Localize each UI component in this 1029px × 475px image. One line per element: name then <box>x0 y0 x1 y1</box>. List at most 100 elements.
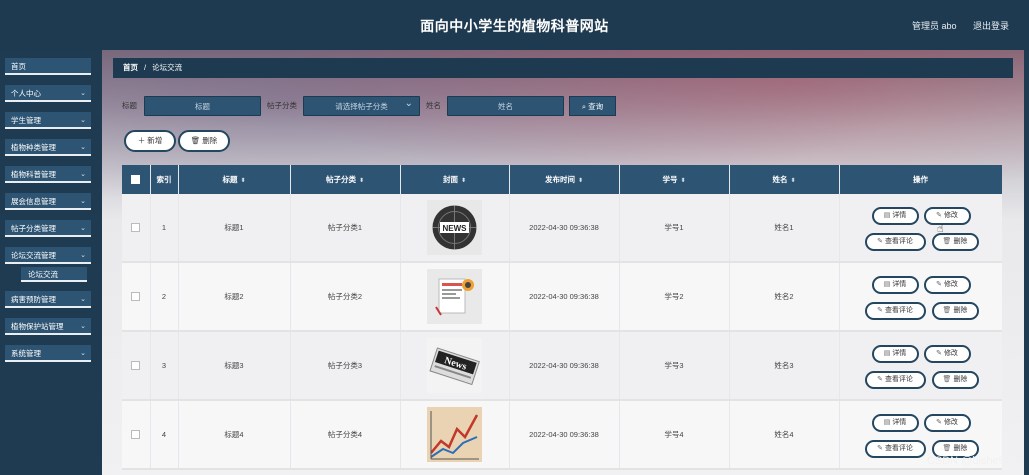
view-comments-button[interactable]: ✎ 查看评论 <box>864 440 926 458</box>
search-button[interactable]: ⌕ 查询 <box>569 96 616 116</box>
chevron-down-icon: ⌄ <box>80 90 86 97</box>
row-checkbox[interactable] <box>122 262 151 332</box>
name-search-input[interactable]: 姓名 <box>447 96 564 116</box>
sidebar-item-label: 病害预防管理 <box>11 295 56 304</box>
svg-text:NEWS: NEWS <box>443 224 468 233</box>
news-globe-cover-image: NEWS <box>427 200 482 255</box>
sidebar-item-label: 首页 <box>11 62 26 71</box>
chevron-down-icon: ⌄ <box>80 225 86 232</box>
col-cover[interactable]: 封面 ⬍ <box>400 165 510 194</box>
cell-student-no: 学号1 <box>619 194 730 263</box>
cell-title: 标题4 <box>178 400 291 470</box>
row-delete-button[interactable]: 🗑 删除 <box>931 371 979 389</box>
cell-name: 姓名3 <box>729 331 840 401</box>
comments-label: 查看评论 <box>884 376 913 383</box>
breadcrumb-home[interactable]: 首页 <box>123 63 138 72</box>
view-comments-button[interactable]: ✎ 查看评论 <box>864 371 926 389</box>
add-button[interactable]: ＋ 新增 <box>124 130 176 152</box>
cell-cover: NEWS <box>400 194 510 263</box>
edit-label: 修改 <box>943 281 958 288</box>
sidebar-item-exhibitions[interactable]: 展会信息管理 ⌄ <box>5 193 91 210</box>
cell-student-no: 学号3 <box>619 331 730 401</box>
sidebar-item-plant-types[interactable]: 植物种类管理 ⌄ <box>5 139 91 156</box>
sidebar-item-label: 学生管理 <box>11 116 41 125</box>
row-checkbox[interactable] <box>122 331 151 401</box>
table-header-row: 索引 标题 ⬍ 帖子分类 ⬍ 封面 ⬍ 发布时间 ⬍ 学号 ⬍ 姓名 ⬍ 操作 <box>122 165 1002 194</box>
cell-category: 帖子分类1 <box>290 194 401 263</box>
cell-index: 4 <box>150 400 179 470</box>
edit-label: 修改 <box>943 212 958 219</box>
cell-cover: News <box>400 331 510 401</box>
col-title[interactable]: 标题 ⬍ <box>178 165 291 194</box>
logout-link[interactable]: 退出登录 <box>973 21 1009 31</box>
mouse-cursor-icon: ☝ <box>937 223 944 235</box>
pencil-icon: ✎ <box>877 376 883 383</box>
edit-button[interactable]: ✎ 修改 <box>923 414 971 432</box>
table-row: 2 标题2 帖子分类2 2022-04-30 09:36:38 学号2 姓名2 … <box>122 262 1002 332</box>
sidebar-item-plant-science[interactable]: 植物科普管理 ⌄ <box>5 166 91 183</box>
admin-user-label[interactable]: 管理员 abo <box>912 21 957 31</box>
edit-button[interactable]: ✎ 修改 <box>923 345 971 363</box>
breadcrumb-current: 论坛交流 <box>152 63 183 72</box>
sidebar-item-protection-stations[interactable]: 植物保护站管理 ⌄ <box>5 318 91 335</box>
edit-button[interactable]: ✎ 修改 <box>923 207 971 225</box>
cell-publish-time: 2022-04-30 09:36:38 <box>509 262 620 332</box>
user-area: 管理员 abo 退出登录 <box>898 19 1009 32</box>
detail-button[interactable]: ▤ 详情 <box>871 276 919 294</box>
col-publish-time[interactable]: 发布时间 ⬍ <box>509 165 620 194</box>
delete-label: 删除 <box>953 238 968 245</box>
sidebar-item-personal-center[interactable]: 个人中心 ⌄ <box>5 85 91 102</box>
chevron-down-icon: ⌄ <box>80 117 86 124</box>
sidebar-item-post-categories[interactable]: 帖子分类管理 ⌄ <box>5 220 91 237</box>
sidebar-item-students[interactable]: 学生管理 ⌄ <box>5 112 91 129</box>
detail-button[interactable]: ▤ 详情 <box>871 414 919 432</box>
select-all-checkbox[interactable] <box>122 165 151 194</box>
bulk-delete-button[interactable]: 🗑 删除 <box>178 130 230 152</box>
row-delete-button[interactable]: 🗑 删除 <box>931 233 979 251</box>
sort-icon: ⬍ <box>577 178 584 184</box>
edit-label: 修改 <box>943 419 958 426</box>
sidebar-item-home[interactable]: 首页 <box>5 58 91 75</box>
col-student-no[interactable]: 学号 ⬍ <box>619 165 730 194</box>
sort-icon: ⬍ <box>680 178 686 184</box>
sidebar-subitem-forum[interactable]: 论坛交流 <box>21 267 87 282</box>
edit-button[interactable]: ✎ 修改 <box>923 276 971 294</box>
cell-cover <box>400 262 510 332</box>
sidebar-item-label: 展会信息管理 <box>11 197 56 206</box>
name-filter-label: 姓名 <box>426 101 441 110</box>
row-delete-button[interactable]: 🗑 删除 <box>931 302 979 320</box>
sidebar-item-label: 植物科普管理 <box>11 170 56 179</box>
row-checkbox[interactable] <box>122 400 151 470</box>
detail-button[interactable]: ▤ 详情 <box>871 207 919 225</box>
breadcrumb: 首页 / 论坛交流 <box>113 58 1013 78</box>
view-comments-button[interactable]: ✎ 查看评论 <box>864 233 926 251</box>
sidebar: 首页 个人中心 ⌄ 学生管理 ⌄ 植物种类管理 ⌄ 植物科普管理 ⌄ 展会信息管理 ⌄ 帖… <box>0 50 100 475</box>
cell-student-no: 学号4 <box>619 400 730 470</box>
search-button-label: 查询 <box>588 102 604 111</box>
chevron-down-icon: ⌄ <box>80 350 86 357</box>
detail-button[interactable]: ▤ 详情 <box>871 345 919 363</box>
sidebar-item-system[interactable]: 系统管理 ⌄ <box>5 345 91 362</box>
pencil-icon: ✎ <box>936 281 942 288</box>
col-category[interactable]: 帖子分类 ⬍ <box>290 165 401 194</box>
cell-publish-time: 2022-04-30 09:36:38 <box>509 331 620 401</box>
sidebar-item-forum[interactable]: 论坛交流管理 ⌄ <box>5 247 91 264</box>
title-search-input[interactable]: 标题 <box>144 96 261 116</box>
category-select[interactable]: 请选择帖子分类 <box>303 94 420 116</box>
row-checkbox[interactable] <box>122 194 151 263</box>
chevron-down-icon: ⌄ <box>80 171 86 178</box>
sort-icon: ⬍ <box>240 178 246 184</box>
col-name[interactable]: 姓名 ⬍ <box>729 165 840 194</box>
title-filter-label: 标题 <box>122 101 137 110</box>
plus-icon: ＋ <box>137 136 148 145</box>
col-actions: 操作 <box>839 165 1002 194</box>
pencil-icon: ✎ <box>877 307 883 314</box>
view-comments-button[interactable]: ✎ 查看评论 <box>864 302 926 320</box>
table-row: 3 标题3 帖子分类3 News 2022-04-30 09:36:38 学号3… <box>122 331 1002 401</box>
cell-name: 姓名4 <box>729 400 840 470</box>
forum-table: 索引 标题 ⬍ 帖子分类 ⬍ 封面 ⬍ 发布时间 ⬍ 学号 ⬍ 姓名 ⬍ 操作 1 标题1 … <box>122 165 1002 475</box>
sidebar-item-label: 帖子分类管理 <box>11 224 56 233</box>
trash-icon: 🗑 <box>942 307 952 314</box>
sidebar-item-disease-prevention[interactable]: 病害预防管理 ⌄ <box>5 291 91 308</box>
news-paper-cover-image: News <box>427 338 482 393</box>
